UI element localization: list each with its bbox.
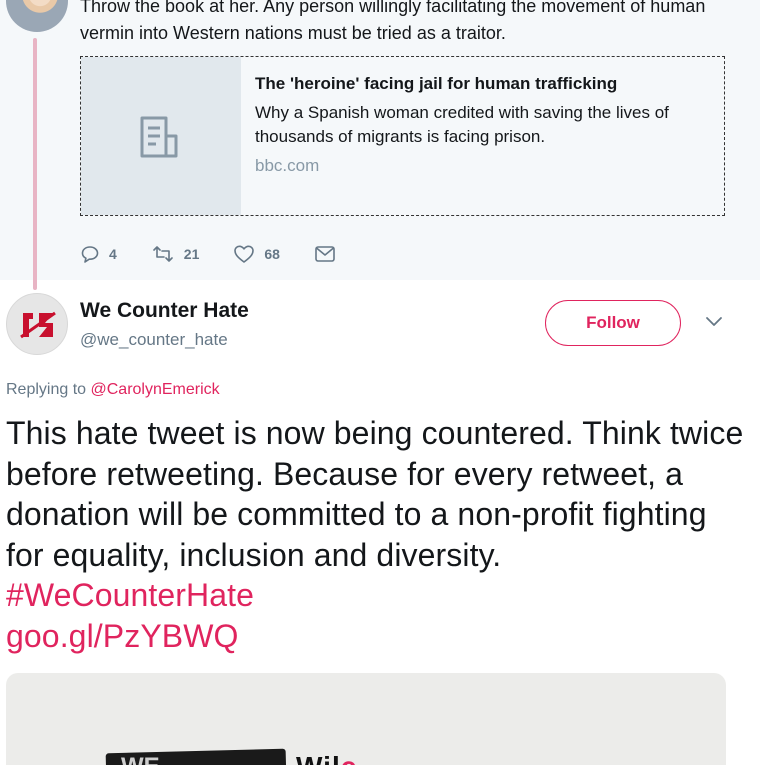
parent-tweet[interactable]: Throw the book at her. Any person willin… — [0, 0, 760, 290]
media-headline-text: Wil — [296, 751, 341, 765]
link-card-domain: bbc.com — [255, 156, 320, 175]
dm-icon — [315, 246, 335, 262]
hashtag-link[interactable]: #WeCounterHate — [6, 577, 254, 613]
link-card-title[interactable]: The 'heroine' facing jail for human traf… — [255, 74, 617, 94]
follow-button[interactable]: Follow — [545, 300, 681, 346]
media-brush-text: WE — [121, 753, 160, 765]
reply-body-text: This hate tweet is now being countered. … — [6, 415, 744, 573]
link-card[interactable]: The 'heroine' facing jail for human traf… — [80, 56, 725, 216]
chevron-down-icon[interactable] — [705, 316, 723, 328]
reply-icon — [81, 246, 99, 263]
wch-logo-icon — [20, 311, 56, 339]
like-action[interactable]: 68 — [233, 244, 280, 264]
reply-tweet-text: This hate tweet is now being countered. … — [6, 413, 746, 656]
thread-connector-line — [33, 38, 37, 290]
media-headline-accent: c — [341, 751, 358, 765]
retweet-action[interactable]: 21 — [151, 244, 200, 264]
parent-avatar[interactable] — [6, 0, 68, 32]
parent-tweet-text: Throw the book at her. Any person willin… — [80, 0, 706, 43]
media-headline: Wilc — [296, 751, 357, 765]
url-link[interactable]: goo.gl/PzYBWQ — [6, 618, 239, 654]
retweet-count: 21 — [183, 246, 200, 262]
reply-handle[interactable]: @we_counter_hate — [80, 330, 228, 350]
reply-avatar[interactable] — [6, 293, 68, 355]
link-card-thumbnail — [81, 57, 241, 215]
replying-to-line: Replying to @CarolynEmerick — [6, 381, 220, 399]
reply-count: 4 — [109, 246, 117, 262]
replying-to-mention[interactable]: @CarolynEmerick — [91, 381, 220, 398]
link-card-description: Why a Spanish woman credited with saving… — [255, 103, 669, 146]
like-count: 68 — [264, 246, 280, 262]
reply-display-name[interactable]: We Counter Hate — [80, 299, 249, 323]
tweet-actions: 4 21 68 — [80, 242, 379, 266]
tweet-thread: Throw the book at her. Any person willin… — [0, 0, 760, 765]
tweet-media-image[interactable]: WE Wilc — [6, 673, 726, 765]
article-icon — [140, 116, 178, 158]
replying-to-label: Replying to — [6, 381, 87, 398]
reply-action[interactable]: 4 — [80, 244, 117, 264]
dm-action[interactable] — [314, 245, 345, 263]
retweet-icon — [152, 246, 173, 262]
like-icon — [234, 245, 255, 263]
